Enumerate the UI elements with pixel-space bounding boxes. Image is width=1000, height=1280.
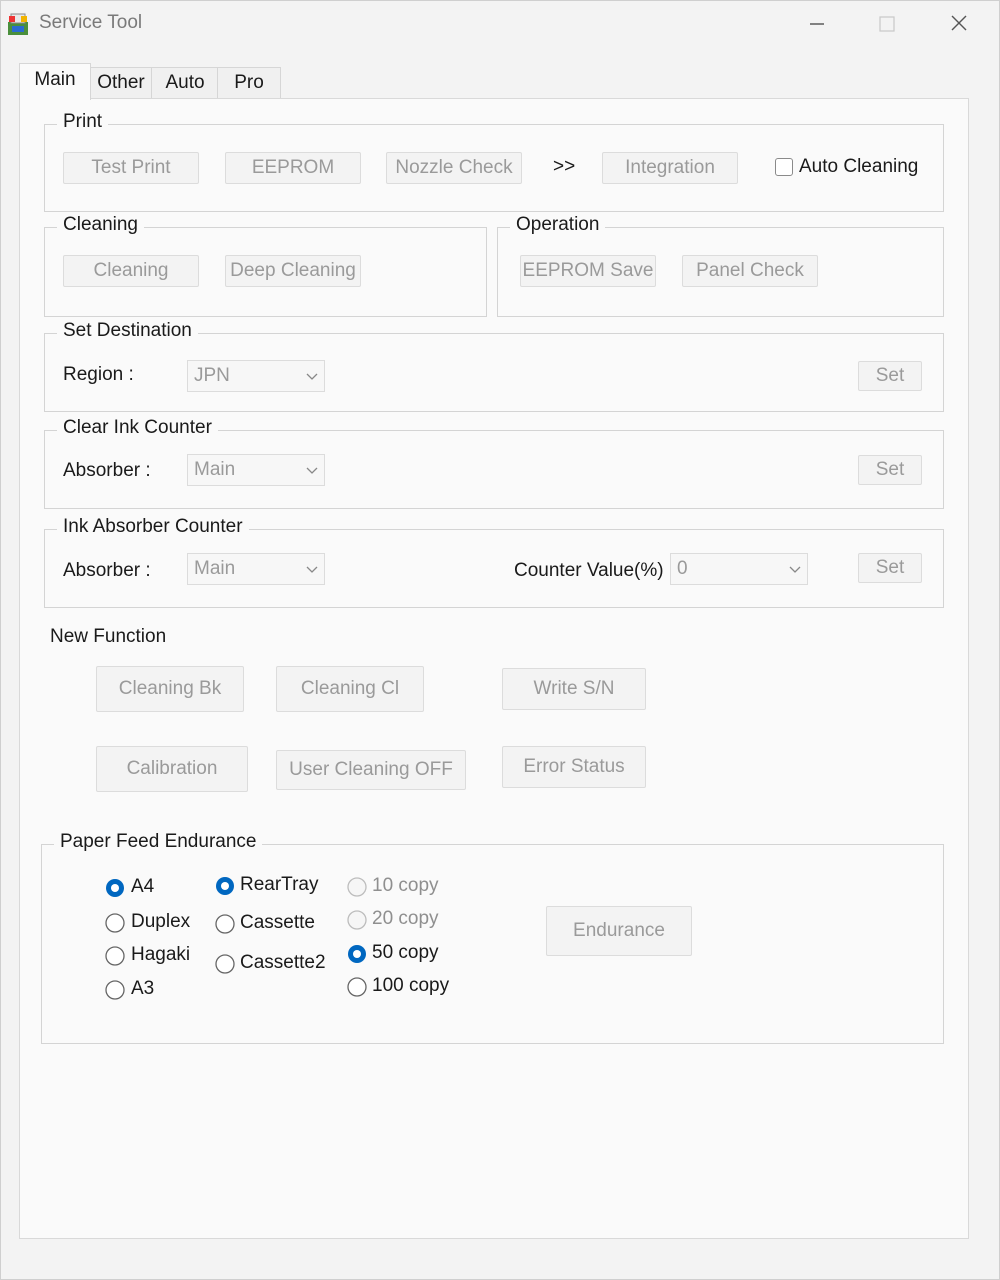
- radio-hagaki[interactable]: [105, 946, 125, 966]
- counter-value: 0: [677, 558, 688, 579]
- user-cleaning-off-button[interactable]: User Cleaning OFF: [276, 750, 466, 790]
- clear-ink-set-button[interactable]: Set: [858, 455, 922, 485]
- chevron-down-icon: [306, 566, 318, 573]
- radio-50-copy[interactable]: [347, 944, 367, 964]
- test-print-button[interactable]: Test Print: [63, 152, 199, 184]
- calibration-button[interactable]: Calibration: [96, 746, 248, 792]
- operation-group: Operation EEPROM Save Panel Check: [497, 214, 944, 317]
- radio-10-copy[interactable]: [347, 877, 367, 897]
- print-group: Print Test Print EEPROM Nozzle Check >> …: [44, 111, 944, 212]
- clear-ink-counter-group: Clear Ink Counter Absorber : Main Set: [44, 417, 944, 509]
- new-function-label: New Function: [50, 626, 167, 647]
- set-destination-label: Set Destination: [57, 320, 198, 342]
- radio-a3-label[interactable]: A3: [131, 978, 154, 1000]
- maximize-icon[interactable]: [869, 9, 905, 39]
- printer-app-icon: [8, 13, 28, 35]
- radio-50-copy-label[interactable]: 50 copy: [372, 942, 439, 964]
- service-tool-window: Service Tool Main Other Auto Pro Print T…: [0, 0, 1000, 1280]
- radio-100-copy[interactable]: [347, 977, 367, 997]
- cleaning-group-label: Cleaning: [57, 214, 144, 236]
- radio-a4[interactable]: [105, 878, 125, 898]
- close-icon[interactable]: [941, 9, 977, 39]
- ink-absorber-counter-label: Ink Absorber Counter: [57, 516, 249, 538]
- cleaning-bk-button[interactable]: Cleaning Bk: [96, 666, 244, 712]
- radio-duplex-label[interactable]: Duplex: [131, 911, 190, 933]
- print-group-label: Print: [57, 111, 109, 133]
- ink-absorber-counter-group: Ink Absorber Counter Absorber : Main Cou…: [44, 516, 944, 608]
- set-destination-set-button[interactable]: Set: [858, 361, 922, 391]
- radio-reartray[interactable]: [215, 876, 235, 896]
- radio-cassette2-label[interactable]: Cassette2: [240, 952, 326, 974]
- panel-check-button[interactable]: Panel Check: [682, 255, 818, 287]
- chevron-down-icon: [789, 566, 801, 573]
- eeprom-button[interactable]: EEPROM: [225, 152, 361, 184]
- region-value: JPN: [194, 365, 230, 386]
- radio-10-copy-label[interactable]: 10 copy: [372, 875, 439, 897]
- radio-duplex[interactable]: [105, 913, 125, 933]
- window-title: Service Tool: [39, 12, 143, 33]
- clear-ink-counter-label: Clear Ink Counter: [57, 417, 218, 439]
- nozzle-check-button[interactable]: Nozzle Check: [386, 152, 522, 184]
- chevron-down-icon: [306, 373, 318, 380]
- radio-a3[interactable]: [105, 980, 125, 1000]
- deep-cleaning-button[interactable]: Deep Cleaning: [225, 255, 361, 287]
- chevron-down-icon: [306, 467, 318, 474]
- endurance-button[interactable]: Endurance: [546, 906, 692, 956]
- ink-absorber-value: Main: [194, 558, 236, 579]
- radio-a4-label[interactable]: A4: [131, 876, 154, 898]
- radio-hagaki-label[interactable]: Hagaki: [131, 944, 190, 966]
- radio-100-copy-label[interactable]: 100 copy: [372, 975, 449, 997]
- more-arrow-label: >>: [553, 156, 576, 177]
- auto-cleaning-checkbox[interactable]: [775, 158, 793, 176]
- region-dropdown[interactable]: JPN: [187, 360, 325, 392]
- region-label: Region :: [63, 364, 134, 385]
- clear-absorber-value: Main: [194, 459, 236, 480]
- set-destination-group: Set Destination Region : JPN Set: [44, 320, 944, 412]
- counter-value-dropdown[interactable]: 0: [670, 553, 808, 585]
- paper-feed-endurance-label: Paper Feed Endurance: [54, 831, 263, 853]
- write-sn-button[interactable]: Write S/N: [502, 668, 646, 710]
- ink-absorber-dropdown[interactable]: Main: [187, 553, 325, 585]
- radio-20-copy[interactable]: [347, 910, 367, 930]
- absorber-label: Absorber :: [63, 560, 151, 581]
- radio-reartray-label[interactable]: RearTray: [240, 874, 318, 896]
- clear-absorber-dropdown[interactable]: Main: [187, 454, 325, 486]
- cleaning-cl-button[interactable]: Cleaning Cl: [276, 666, 424, 712]
- minimize-icon[interactable]: [799, 9, 835, 39]
- radio-cassette[interactable]: [215, 914, 235, 934]
- eeprom-save-button[interactable]: EEPROM Save: [520, 255, 656, 287]
- ink-absorber-set-button[interactable]: Set: [858, 553, 922, 583]
- cleaning-group: Cleaning Cleaning Deep Cleaning: [44, 214, 487, 317]
- error-status-button[interactable]: Error Status: [502, 746, 646, 788]
- tab-main[interactable]: Main: [19, 63, 91, 100]
- paper-feed-endurance-group: Paper Feed Endurance A4 Duplex Hagaki A3…: [41, 831, 944, 1044]
- main-tab-panel: Print Test Print EEPROM Nozzle Check >> …: [19, 98, 969, 1239]
- title-bar[interactable]: Service Tool: [1, 1, 999, 47]
- counter-value-label: Counter Value(%) :: [514, 560, 675, 581]
- radio-cassette2[interactable]: [215, 954, 235, 974]
- auto-cleaning-label[interactable]: Auto Cleaning: [799, 156, 918, 178]
- tab-other[interactable]: Other: [89, 67, 153, 98]
- absorber-label: Absorber :: [63, 460, 151, 481]
- cleaning-button[interactable]: Cleaning: [63, 255, 199, 287]
- radio-cassette-label[interactable]: Cassette: [240, 912, 315, 934]
- tab-pro[interactable]: Pro: [217, 67, 281, 98]
- integration-button[interactable]: Integration: [602, 152, 738, 184]
- radio-20-copy-label[interactable]: 20 copy: [372, 908, 439, 930]
- tab-auto[interactable]: Auto: [151, 67, 219, 98]
- operation-group-label: Operation: [510, 214, 606, 236]
